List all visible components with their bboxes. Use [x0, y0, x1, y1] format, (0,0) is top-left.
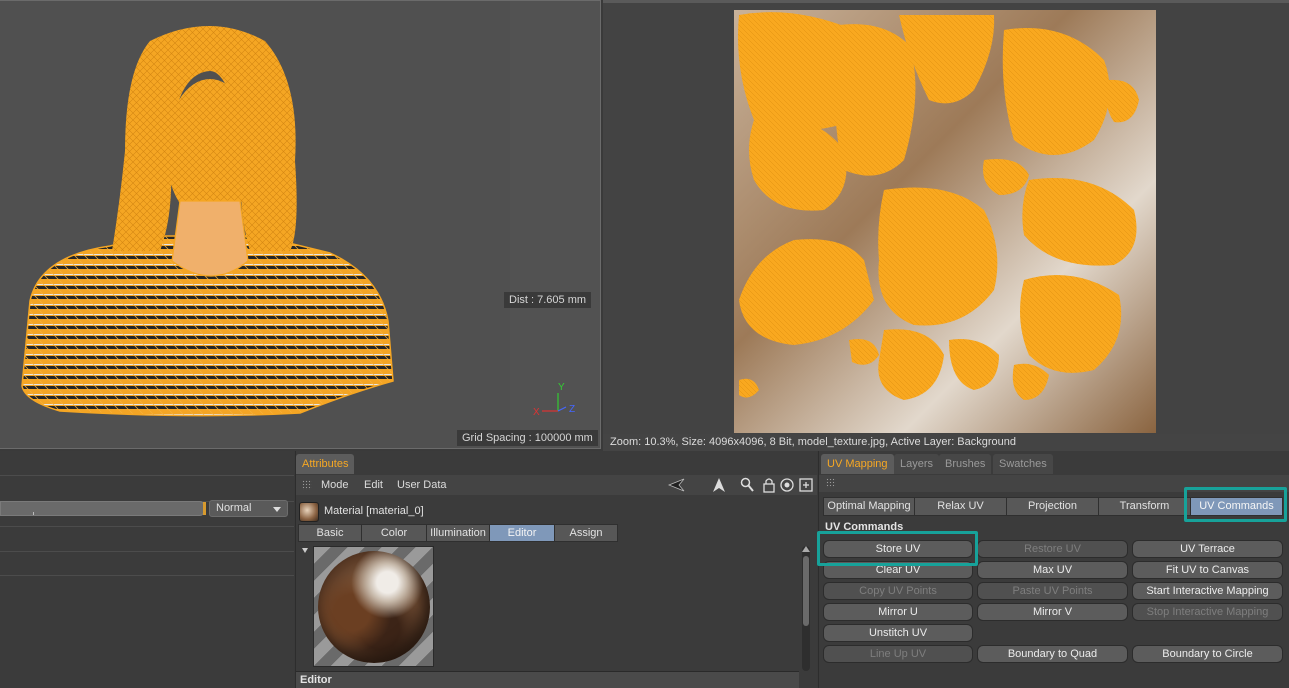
panel-divider	[0, 475, 294, 476]
tab-attributes[interactable]: Attributes	[296, 454, 355, 474]
3d-viewport[interactable]: Dist : 7.605 mm Grid Spacing : 100000 mm…	[0, 0, 601, 449]
scrollbar-thumb[interactable]	[803, 556, 809, 626]
axis-x-label: X	[533, 407, 540, 418]
subtab-transform[interactable]: Transform	[1098, 497, 1191, 516]
tab-layers[interactable]: Layers	[894, 454, 940, 474]
target-icon[interactable]	[780, 478, 794, 492]
menu-user-data[interactable]: User Data	[397, 479, 447, 491]
panel-divider	[0, 551, 294, 552]
grip-icon	[826, 478, 836, 488]
material-thumbnail[interactable]	[299, 502, 319, 522]
subtab-relax-uv[interactable]: Relax UV	[914, 497, 1007, 516]
uv-terrace-button[interactable]: UV Terrace	[1132, 540, 1283, 558]
segment-illumination[interactable]: Illumination	[426, 524, 490, 542]
fit-uv-to-canvas-button[interactable]: Fit UV to Canvas	[1132, 561, 1283, 579]
slider-edge	[203, 502, 206, 515]
collapse-triangle-icon[interactable]	[302, 548, 308, 553]
paste-uv-points-button[interactable]: Paste UV Points	[977, 582, 1128, 600]
search-icon[interactable]	[740, 477, 754, 493]
blend-mode-value: Normal	[216, 502, 252, 514]
copy-uv-points-button[interactable]: Copy UV Points	[823, 582, 973, 600]
new-panel-icon[interactable]	[799, 478, 813, 492]
opacity-slider[interactable]	[0, 501, 206, 516]
back-arrow-icon[interactable]	[668, 478, 688, 492]
tab-uv-mapping[interactable]: UV Mapping	[821, 454, 894, 474]
subtab-uv-commands[interactable]: UV Commands	[1190, 497, 1283, 516]
preview-sphere	[318, 551, 430, 663]
uv-commands-section-title: UV Commands	[825, 521, 904, 531]
uv-viewport[interactable]	[603, 0, 1289, 434]
subtab-projection[interactable]: Projection	[1006, 497, 1099, 516]
lock-icon[interactable]	[762, 477, 776, 493]
menu-mode[interactable]: Mode	[321, 479, 349, 491]
axis-y-label: Y	[558, 382, 565, 393]
segment-assign[interactable]: Assign	[554, 524, 618, 542]
segment-editor[interactable]: Editor	[489, 524, 555, 542]
tab-swatches[interactable]: Swatches	[993, 454, 1053, 474]
chevron-down-icon	[273, 507, 281, 512]
boundary-to-quad-button[interactable]: Boundary to Quad	[977, 645, 1128, 663]
slider-tick	[33, 512, 34, 515]
blend-mode-select[interactable]: Normal	[209, 500, 288, 517]
scroll-up-icon[interactable]	[802, 546, 810, 552]
panel-divider	[0, 575, 294, 576]
neck-wireframe	[171, 200, 249, 277]
tab-brushes[interactable]: Brushes	[939, 454, 992, 474]
attributes-scrollbar[interactable]	[802, 546, 810, 671]
panel-divider	[0, 526, 294, 527]
line-up-uv-button[interactable]: Line Up UV	[823, 645, 973, 663]
grip-icon	[302, 480, 312, 490]
material-name: Material [material_0]	[324, 505, 424, 517]
wireframe-bust-model[interactable]	[0, 1, 601, 449]
uv-status-bar: Zoom: 10.3%, Size: 4096x4096, 8 Bit, mod…	[603, 434, 1289, 451]
distance-readout: Dist : 7.605 mm	[504, 292, 592, 308]
grid-spacing-readout: Grid Spacing : 100000 mm	[457, 430, 598, 446]
mirror-u-button[interactable]: Mirror U	[823, 603, 973, 621]
uv-texture-canvas[interactable]	[734, 10, 1156, 433]
pointer-icon[interactable]	[712, 477, 726, 493]
restore-uv-button[interactable]: Restore UV	[977, 540, 1128, 558]
segment-basic[interactable]: Basic	[298, 524, 362, 542]
store-uv-button[interactable]: Store UV	[823, 540, 973, 558]
mirror-v-button[interactable]: Mirror V	[977, 603, 1128, 621]
start-interactive-mapping-button[interactable]: Start Interactive Mapping	[1132, 582, 1283, 600]
stop-interactive-mapping-button[interactable]: Stop Interactive Mapping	[1132, 603, 1283, 621]
segment-color[interactable]: Color	[361, 524, 427, 542]
clear-uv-button[interactable]: Clear UV	[823, 561, 973, 579]
layers-panel	[0, 451, 294, 688]
material-preview[interactable]	[313, 546, 434, 667]
editor-section-header[interactable]: Editor	[296, 671, 799, 688]
unstitch-uv-button[interactable]: Unstitch UV	[823, 624, 973, 642]
max-uv-button[interactable]: Max UV	[977, 561, 1128, 579]
menu-edit[interactable]: Edit	[364, 479, 383, 491]
uv-panel-toolbar	[819, 475, 1289, 492]
subtab-optimal-mapping[interactable]: Optimal Mapping	[823, 497, 915, 516]
boundary-to-circle-button[interactable]: Boundary to Circle	[1132, 645, 1283, 663]
axis-z-label: Z	[569, 404, 576, 415]
